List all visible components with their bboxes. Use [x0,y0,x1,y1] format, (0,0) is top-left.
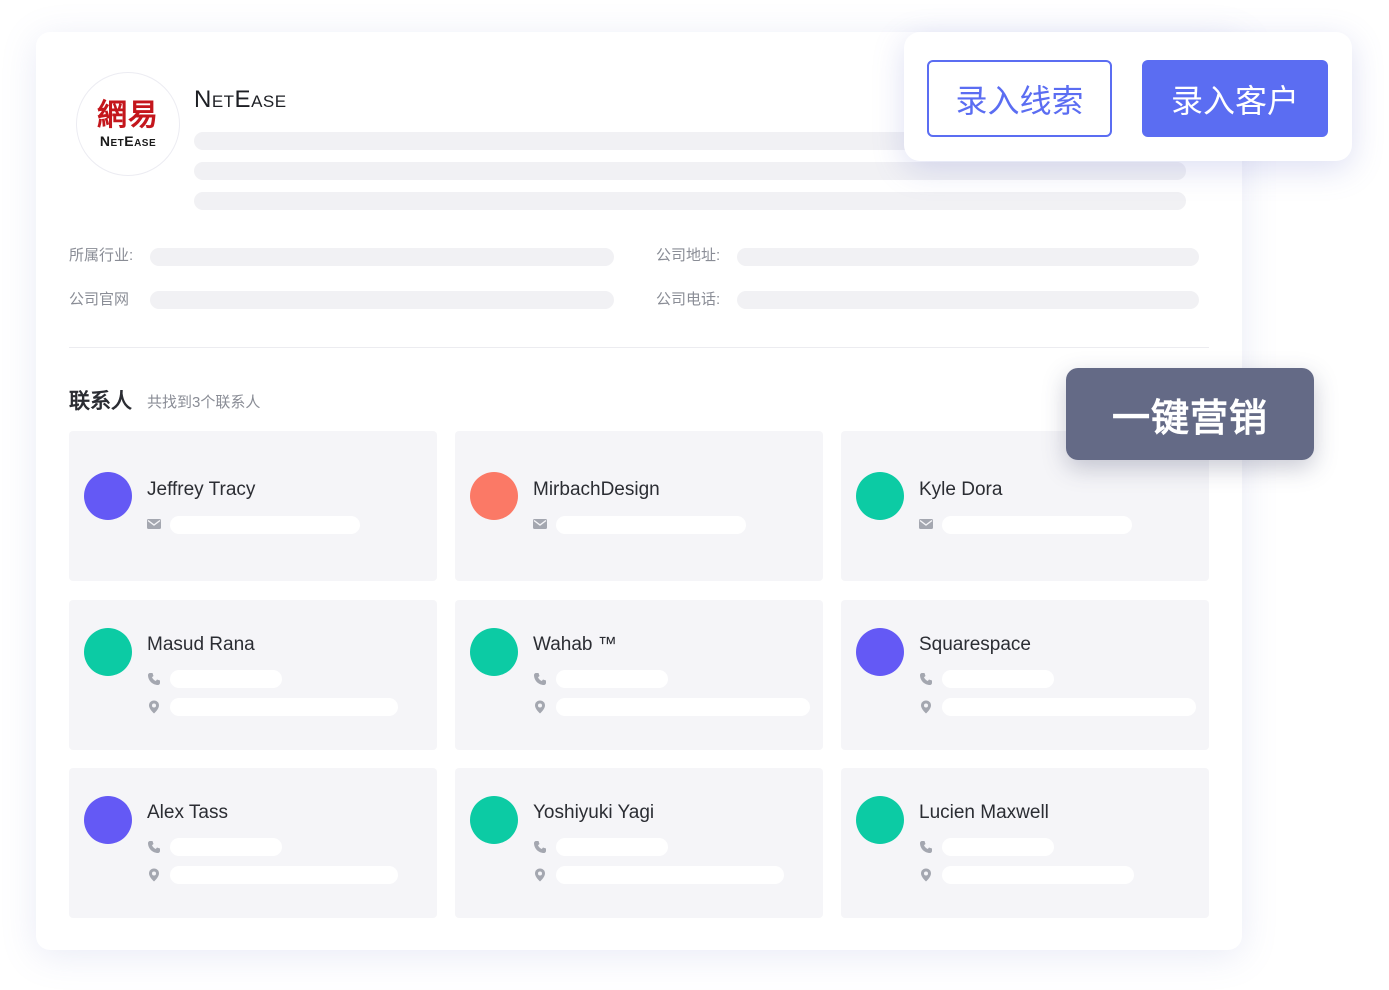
location-icon [535,700,545,714]
location-icon [149,868,159,882]
avatar [470,628,518,676]
avatar [856,472,904,520]
contact-name: Kyle Dora [919,479,1003,500]
email-placeholder [170,516,360,534]
contact-name: MirbachDesign [533,479,660,500]
contacts-title: 联系人 [69,390,132,413]
company-logo: 網易 NetEase [76,72,180,176]
phone-placeholder [556,838,668,856]
phone-icon [920,841,932,853]
contact-card[interactable]: Squarespace [841,600,1209,750]
enter-lead-button[interactable]: 录入线索 [927,60,1112,137]
contact-name: Wahab ™ [533,634,617,655]
phone-label: 公司电话: [656,291,721,308]
contact-name: Lucien Maxwell [919,802,1049,823]
contact-card[interactable]: Yoshiyuki Yagi [455,768,823,918]
avatar [856,796,904,844]
avatar [470,796,518,844]
phone-icon [148,673,160,685]
contact-card[interactable]: Jeffrey Tracy [69,431,437,581]
avatar [84,628,132,676]
section-divider [69,347,1209,348]
location-icon [921,700,931,714]
location-placeholder [556,866,784,884]
logo-text: NetEase [99,133,157,149]
phone-icon [534,841,546,853]
contact-card[interactable]: Wahab ™ [455,600,823,750]
contact-card[interactable]: MirbachDesign [455,431,823,581]
description-placeholder [194,162,1186,180]
contact-name: Yoshiyuki Yagi [533,802,655,823]
mail-icon [147,519,161,529]
phone-placeholder [942,838,1054,856]
industry-label: 所属行业: [69,247,134,264]
website-value-placeholder [150,291,614,309]
phone-icon [534,673,546,685]
phone-value-placeholder [737,291,1199,309]
contact-name: Masud Rana [147,634,255,655]
location-placeholder [942,698,1196,716]
email-placeholder [556,516,746,534]
phone-placeholder [170,670,282,688]
one-click-marketing-button[interactable]: 一键营销 [1066,368,1314,460]
mail-icon [919,519,933,529]
email-placeholder [942,516,1132,534]
contact-card[interactable]: Masud Rana [69,600,437,750]
address-label: 公司地址: [656,247,721,264]
phone-placeholder [170,838,282,856]
contact-name: Alex Tass [147,802,228,823]
phone-icon [148,841,160,853]
location-placeholder [170,866,398,884]
industry-value-placeholder [150,248,614,266]
phone-placeholder [556,670,668,688]
contact-card[interactable]: Alex Tass [69,768,437,918]
contacts-count: 共找到3个联系人 [147,394,261,411]
description-placeholder [194,192,1186,210]
phone-icon [920,673,932,685]
location-icon [921,868,931,882]
contact-name: Jeffrey Tracy [147,479,256,500]
avatar [84,472,132,520]
website-label: 公司官网 [69,291,130,308]
company-name: NetEase [194,86,287,113]
location-icon [149,700,159,714]
location-placeholder [170,698,398,716]
location-placeholder [942,866,1134,884]
enter-customer-button[interactable]: 录入客户 [1142,60,1328,137]
avatar [470,472,518,520]
logo-mark: 網易 [97,98,159,133]
avatar [856,628,904,676]
stage: 網易 NetEase NetEase 所属行业: 公司地址: 公司官网 公司电话… [0,0,1389,990]
address-value-placeholder [737,248,1199,266]
contact-name: Squarespace [919,634,1031,655]
avatar [84,796,132,844]
location-placeholder [556,698,810,716]
contact-card[interactable]: Lucien Maxwell [841,768,1209,918]
phone-placeholder [942,670,1054,688]
location-icon [535,868,545,882]
mail-icon [533,519,547,529]
